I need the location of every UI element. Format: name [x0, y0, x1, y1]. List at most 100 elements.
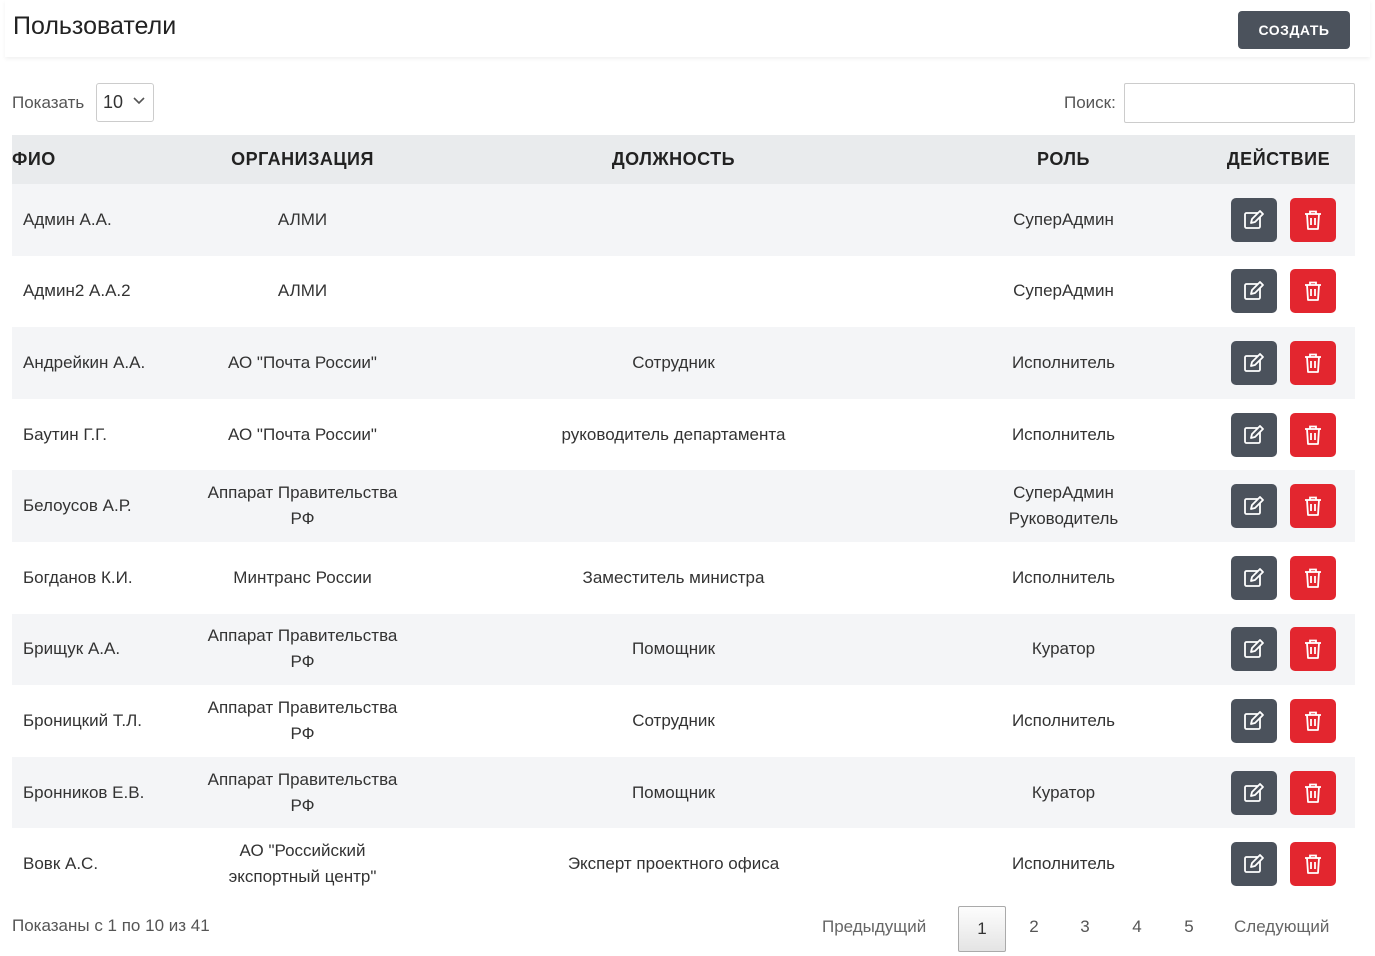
role-value: Исполнитель [1011, 854, 1116, 874]
edit-button[interactable] [1230, 269, 1277, 314]
delete-button[interactable] [1289, 770, 1336, 815]
role-value: Куратор [1031, 639, 1096, 659]
organization-text: АО "Почта России" [228, 352, 377, 372]
edit-icon [1243, 782, 1264, 802]
delete-button[interactable] [1289, 555, 1336, 600]
edit-button[interactable] [1230, 340, 1277, 385]
edit-button[interactable] [1230, 197, 1277, 242]
cell-position: Помощник [631, 639, 716, 659]
edit-icon [1243, 496, 1264, 516]
cell-organization: Минтранс России [183, 542, 422, 614]
cell-organization: Аппарат Правительства РФ [183, 614, 422, 686]
table-row: Бронников Е.В. Аппарат Правительства РФ По… [12, 756, 1355, 829]
cell-position [422, 470, 925, 542]
cell-position [422, 256, 925, 328]
cell-position: руководитель департамента [561, 424, 786, 444]
cell-actions [1202, 327, 1355, 399]
trash-icon [1304, 281, 1321, 302]
cell-position: Помощник [631, 782, 716, 802]
cell-role: СуперАдмин [925, 256, 1202, 328]
cell-organization: АО "Российский экспортный центр" [183, 828, 422, 900]
cell-actions [1202, 470, 1355, 542]
cell-actions [1202, 757, 1355, 829]
delete-button[interactable] [1289, 340, 1336, 385]
pagination-previous[interactable]: Предыдущий [822, 917, 926, 937]
delete-button[interactable] [1289, 627, 1336, 672]
cell-role: Исполнитель [925, 828, 1202, 900]
edit-button[interactable] [1230, 842, 1277, 887]
page-length-value: 10 [103, 92, 124, 112]
delete-button[interactable] [1289, 269, 1336, 314]
cell-organization: Аппарат Правительства РФ [183, 685, 422, 757]
pagination-next[interactable]: Следующий [1234, 917, 1329, 937]
edit-button[interactable] [1230, 555, 1277, 600]
trash-icon [1304, 425, 1321, 445]
organization-text: Аппарат Правительства РФ [207, 769, 398, 815]
column-header-position[interactable]: ДОЛЖНОСТЬ [422, 135, 925, 184]
pagination-page-2[interactable]: 2 [1024, 917, 1044, 937]
role-value: Исполнитель [1011, 352, 1116, 372]
pagination-page-3[interactable]: 3 [1075, 917, 1095, 937]
cell-role: СуперАдмин [925, 184, 1202, 256]
cell-position [422, 184, 925, 256]
delete-button[interactable] [1289, 412, 1336, 457]
edit-button[interactable] [1230, 627, 1277, 672]
trash-icon [1304, 711, 1321, 731]
page-title: Пользователи [13, 12, 177, 40]
page-length-select[interactable]: 10 [96, 83, 154, 122]
organization-text: Аппарат Правительства РФ [207, 626, 398, 672]
organization-text: АО "Почта России" [228, 424, 377, 444]
role-value: Руководитель [1008, 509, 1119, 529]
edit-icon [1243, 281, 1264, 301]
edit-button[interactable] [1230, 770, 1277, 815]
cell-role: Куратор [925, 614, 1202, 686]
column-header-organization[interactable]: ОРГАНИЗАЦИЯ [183, 135, 422, 184]
table-row: Админ А.А. АЛМИ СуперАдмин [12, 184, 1355, 256]
page-header: Пользователи [5, 0, 1370, 57]
cell-organization: АЛМИ [183, 184, 422, 256]
create-button[interactable]: СОЗДАТЬ [1238, 11, 1350, 49]
delete-button[interactable] [1289, 484, 1336, 529]
cell-name: Броницкий Т.Л. [23, 710, 142, 730]
cell-organization: АО "Почта России" [183, 327, 422, 399]
cell-role: Исполнитель [925, 327, 1202, 399]
organization-text: Аппарат Правительства РФ [207, 483, 398, 529]
cell-actions [1202, 614, 1355, 686]
table-row: Андрейкин А.А. АО "Почта России" Сотрудник… [12, 327, 1355, 399]
trash-icon [1304, 353, 1321, 373]
cell-actions [1202, 542, 1355, 614]
pagination-page-5[interactable]: 5 [1179, 917, 1199, 937]
cell-position: Заместитель министра [582, 567, 765, 587]
cell-organization: АО "Почта России" [183, 399, 422, 471]
column-header-name[interactable]: ФИО [12, 135, 183, 184]
cell-role: Исполнитель [925, 685, 1202, 757]
cell-name: Админ2 А.А.2 [23, 281, 131, 301]
role-value: Куратор [1031, 782, 1096, 802]
table-info: Показаны с 1 по 10 из 41 [12, 916, 210, 935]
role-value: Исполнитель [1011, 710, 1116, 730]
edit-button[interactable] [1230, 698, 1277, 743]
table-row: Белоусов А.Р. Аппарат Правительства РФ Суп… [12, 470, 1355, 542]
edit-icon [1243, 353, 1264, 372]
column-header-role[interactable]: РОЛЬ [925, 135, 1202, 184]
cell-name: Бронников Е.В. [23, 782, 145, 802]
cell-position: Эксперт проектного офиса [567, 854, 780, 874]
organization-text: Аппарат Правительства РФ [207, 697, 398, 743]
cell-position: Сотрудник [632, 352, 715, 372]
pagination-page-1[interactable]: 1 [958, 906, 1006, 952]
table-row: Админ2 А.А.2 АЛМИ СуперАдмин [12, 255, 1355, 328]
delete-button[interactable] [1289, 698, 1336, 743]
table-row: Броницкий Т.Л. Аппарат Правительства РФ Со… [12, 685, 1355, 757]
column-header-action: ДЕЙСТВИЕ [1226, 149, 1331, 169]
delete-button[interactable] [1289, 197, 1336, 242]
edit-button[interactable] [1230, 412, 1277, 457]
trash-icon [1304, 496, 1321, 517]
cell-name: Богданов К.И. [23, 567, 133, 587]
role-value: Исполнитель [1011, 424, 1116, 444]
pagination-page-4[interactable]: 4 [1127, 917, 1147, 937]
edit-button[interactable] [1230, 484, 1277, 529]
cell-role: Исполнитель [925, 542, 1202, 614]
search-input[interactable] [1124, 83, 1355, 123]
delete-button[interactable] [1289, 842, 1336, 887]
chevron-down-icon [133, 97, 145, 105]
